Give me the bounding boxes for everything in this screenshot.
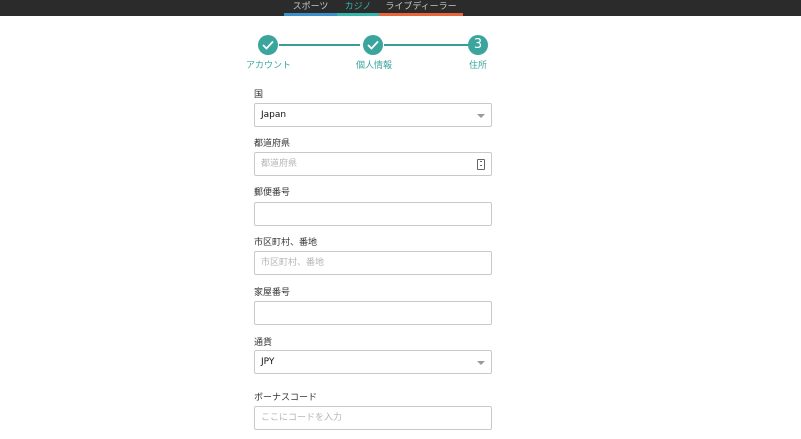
prefecture-placeholder: 都道府県 (261, 159, 298, 169)
step-1-label: アカウント (246, 61, 292, 71)
chevron-down-icon (477, 114, 485, 118)
step-connector-1 (279, 44, 360, 46)
house-number-label: 家屋番号 (254, 288, 291, 298)
postal-code-label: 郵便番号 (254, 188, 291, 198)
step-2-label: 個人情報 (356, 61, 393, 71)
city-field[interactable]: 市区町村、番地 (254, 251, 492, 275)
bonus-code-placeholder: ここにコードを入力 (261, 413, 343, 423)
bonus-code-field[interactable]: ここにコードを入力 (254, 406, 492, 430)
city-placeholder: 市区町村、番地 (261, 258, 325, 268)
tab-live-dealer[interactable]: ライブディーラー (379, 0, 463, 16)
country-value: Japan (261, 110, 287, 120)
tab-casino[interactable]: カジノ (337, 0, 379, 16)
currency-label: 通貨 (254, 338, 273, 348)
chevron-down-icon (477, 361, 485, 365)
step-3-label: 住所 (469, 61, 488, 71)
prefecture-label: 都道府県 (254, 139, 291, 149)
check-icon (367, 40, 379, 50)
currency-select[interactable]: JPY (254, 350, 492, 374)
step-3-circle: 3 (468, 35, 488, 55)
country-select[interactable]: Japan (254, 103, 492, 127)
country-label: 国 (254, 90, 264, 100)
postal-code-field[interactable] (254, 202, 492, 226)
bonus-code-label: ボーナスコード (254, 393, 318, 403)
house-number-field[interactable] (254, 301, 492, 325)
step-connector-2 (384, 44, 470, 46)
currency-value: JPY (261, 357, 275, 367)
step-1-circle (258, 35, 278, 55)
step-2-circle (363, 35, 383, 55)
tab-sports[interactable]: スポーツ (284, 0, 337, 16)
check-icon (262, 40, 274, 50)
list-picker-icon[interactable] (477, 159, 485, 170)
top-nav-bar: スポーツ カジノ ライブディーラー (0, 0, 801, 16)
city-label: 市区町村、番地 (254, 238, 318, 248)
prefecture-field[interactable]: 都道府県 (254, 152, 492, 176)
step-3-number: 3 (473, 37, 483, 52)
